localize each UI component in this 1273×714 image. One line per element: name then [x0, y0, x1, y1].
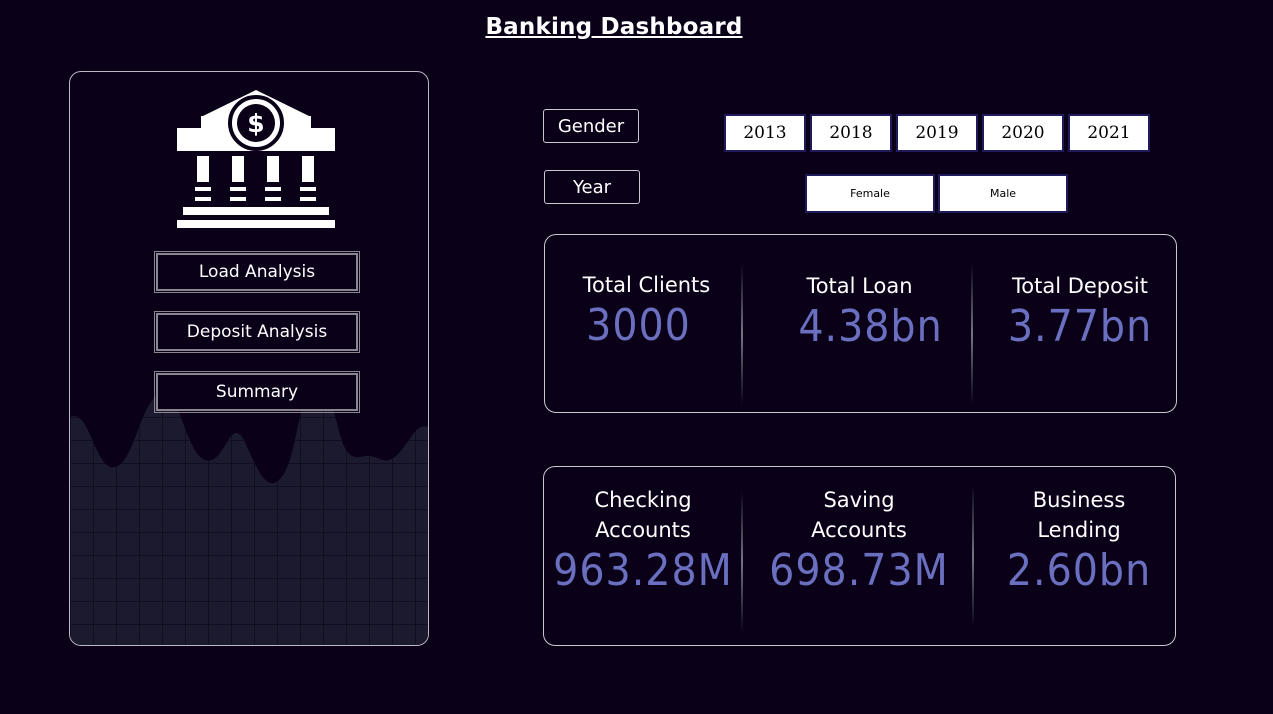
year-chip-2013[interactable]: 2013 — [724, 114, 806, 152]
deposit-analysis-button[interactable]: Deposit Analysis — [154, 311, 360, 353]
kpi-value: 4.38bn — [798, 301, 943, 352]
page-title: Banking Dashboard — [485, 14, 743, 40]
kpi-label-line2: Accounts — [811, 518, 907, 542]
year-filter-label: Year — [544, 170, 640, 204]
bank-dollar-icon: $ — [177, 90, 335, 228]
gender-chip-female[interactable]: Female — [805, 174, 935, 213]
kpi-label-line1: Saving — [823, 488, 895, 512]
kpi-business-lending: Business Lending 2.60bn — [994, 485, 1164, 596]
kpi-value: 3000 — [586, 300, 691, 351]
navigation-panel: $ Load Analysis Deposit Analysis Summary — [69, 71, 429, 646]
kpi-checking-accounts: Checking Accounts 963.28M — [544, 485, 742, 596]
kpi-divider — [972, 485, 974, 627]
kpi-saving-accounts: Saving Accounts 698.73M — [764, 485, 954, 596]
kpi-card-totals: Total Clients 3000 Total Loan 4.38bn Tot… — [544, 234, 1177, 413]
year-chip-2020[interactable]: 2020 — [982, 114, 1064, 152]
svg-text:$: $ — [247, 109, 264, 138]
kpi-label: Total Deposit — [1012, 274, 1148, 298]
year-chip-2021[interactable]: 2021 — [1068, 114, 1150, 152]
kpi-value: 698.73M — [769, 545, 949, 596]
kpi-label-line2: Accounts — [595, 518, 691, 542]
kpi-divider — [741, 263, 743, 405]
gender-chip-male[interactable]: Male — [938, 174, 1068, 213]
kpi-divider — [971, 263, 973, 405]
kpi-total-clients: Total Clients 3000 — [559, 270, 734, 351]
kpi-card-accounts: Checking Accounts 963.28M Saving Account… — [543, 466, 1176, 646]
kpi-value: 3.77bn — [1007, 301, 1153, 352]
year-chip-2018[interactable]: 2018 — [810, 114, 892, 152]
kpi-divider — [741, 491, 743, 633]
kpi-label: Total Clients — [582, 273, 711, 297]
year-chip-2019[interactable]: 2019 — [896, 114, 978, 152]
summary-button[interactable]: Summary — [154, 371, 360, 413]
kpi-label-line2: Lending — [1037, 518, 1121, 542]
kpi-value: 963.28M — [553, 545, 733, 596]
kpi-total-deposit: Total Deposit 3.77bn — [995, 271, 1165, 352]
kpi-label: Total Loan — [806, 274, 913, 298]
kpi-label-line1: Business — [1032, 488, 1126, 512]
gender-filter-label: Gender — [543, 109, 639, 143]
load-analysis-button[interactable]: Load Analysis — [154, 251, 360, 293]
kpi-value: 2.60bn — [1006, 545, 1152, 596]
kpi-label-line1: Checking — [594, 488, 692, 512]
kpi-total-loan: Total Loan 4.38bn — [767, 271, 952, 352]
